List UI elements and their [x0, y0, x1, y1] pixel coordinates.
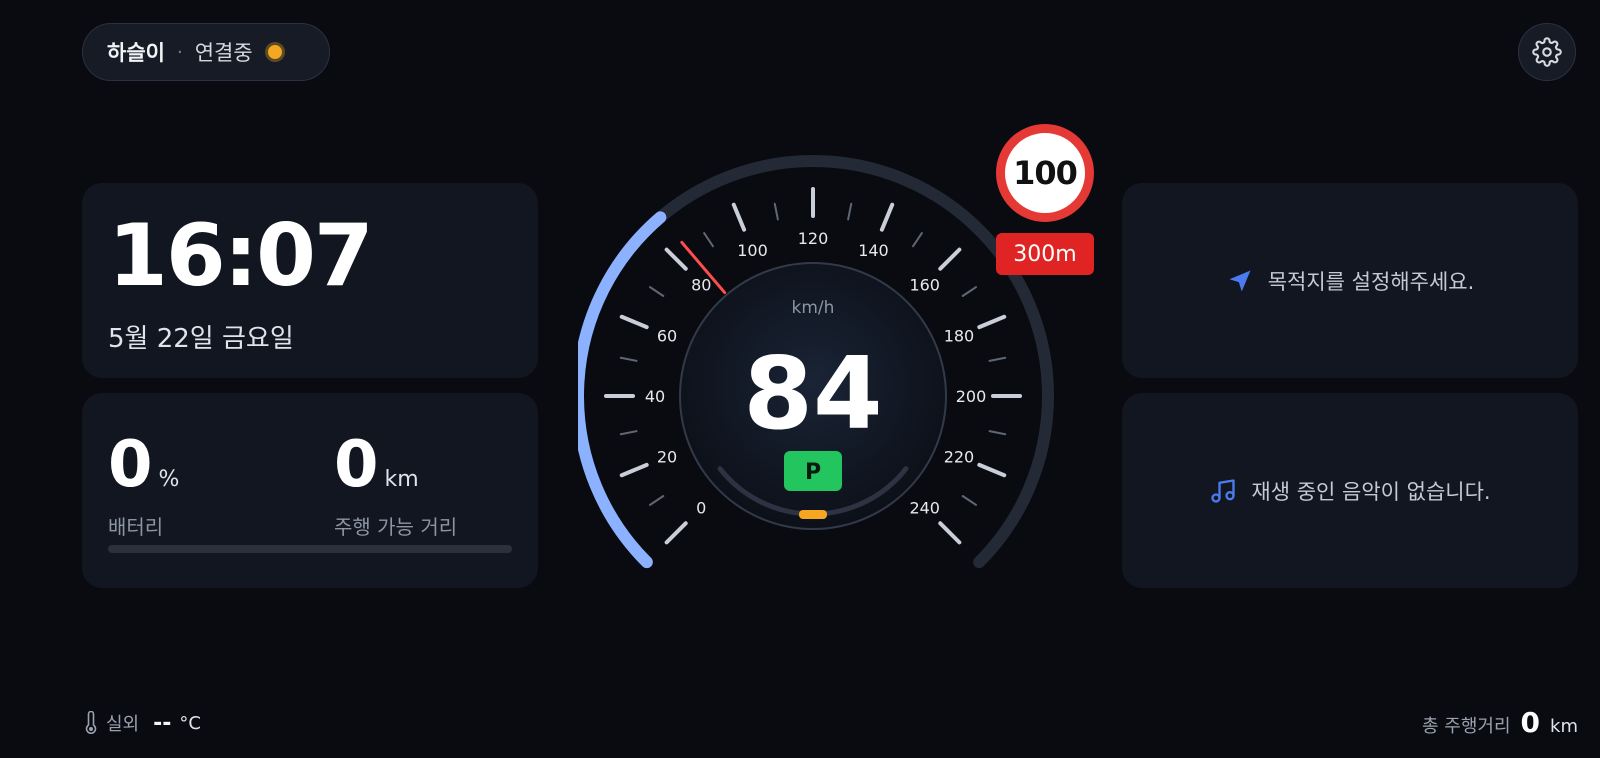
outside-temp-value: -- — [153, 710, 172, 736]
minor-tick — [847, 202, 853, 221]
major-tick — [879, 202, 895, 232]
minor-tick — [649, 286, 665, 297]
minor-tick — [961, 286, 977, 297]
major-tick — [938, 521, 962, 545]
navigation-card[interactable]: 목적지를 설정해주세요. — [1122, 183, 1578, 378]
minor-tick — [773, 202, 779, 221]
major-tick — [977, 462, 1007, 478]
major-tick — [977, 314, 1007, 330]
major-tick — [664, 521, 688, 545]
outside-temperature: 실외 -- °C — [84, 710, 201, 736]
range-unit: km — [384, 467, 419, 492]
tick-label: 60 — [657, 327, 677, 346]
clock-time: 16:07 — [108, 206, 374, 306]
minor-tick — [912, 232, 923, 248]
speed-limit-sign: 100 — [996, 124, 1094, 222]
major-tick — [938, 247, 962, 271]
range-stat: 0 km 주행 가능 거리 — [334, 433, 457, 540]
major-tick — [664, 247, 688, 271]
tick-label: 40 — [645, 387, 665, 406]
navigation-arrow-icon — [1229, 270, 1251, 291]
speedometer: 0 20 40 60 80 100 120 140 160 180 200 220 240 km/h 8… — [578, 155, 1054, 569]
odometer-unit: km — [1550, 716, 1578, 737]
music-card[interactable]: 재생 중인 음악이 없습니다. — [1122, 393, 1578, 588]
major-tick — [619, 462, 649, 478]
battery-progress-bar — [108, 545, 512, 553]
range-value: 0 — [334, 428, 379, 502]
outside-temp-label: 실외 — [106, 714, 140, 735]
thermometer-icon — [85, 711, 97, 734]
inner-indicator — [799, 510, 827, 519]
battery-unit: % — [158, 467, 180, 492]
music-note-icon — [1211, 478, 1236, 503]
connection-status-dot — [264, 42, 285, 62]
tick-label: 220 — [944, 447, 975, 466]
speed-limit-distance-text: 300m — [1013, 241, 1077, 267]
connection-status-text: 연결중 — [194, 41, 253, 65]
connection-status-pill[interactable]: 하슬이 · 연결중 — [82, 23, 330, 81]
range-label: 주행 가능 거리 — [334, 515, 458, 539]
tick-label: 120 — [798, 229, 829, 248]
battery-card: 0% 배터리 0 km 주행 가능 거리 — [82, 393, 538, 588]
navigation-message: 목적지를 설정해주세요. — [1267, 269, 1475, 294]
minor-tick — [649, 495, 665, 506]
tick-label: 180 — [944, 327, 975, 346]
minor-tick — [988, 430, 1007, 436]
clock-card: 16:07 5월 22일 금요일 — [82, 183, 538, 378]
minor-tick — [619, 356, 638, 362]
tick-label: 200 — [956, 387, 987, 406]
tick-label: 140 — [858, 241, 889, 260]
tick-label: 0 — [696, 499, 706, 518]
battery-stat: 0% 배터리 — [108, 433, 179, 540]
odometer-label: 총 주행거리 — [1422, 716, 1511, 737]
minor-tick — [961, 495, 977, 506]
speed-value: 84 — [743, 335, 882, 452]
odometer-value: 0 — [1520, 706, 1541, 739]
speed-unit: km/h — [792, 298, 835, 318]
outside-temp-unit: °C — [179, 712, 201, 734]
tick-label: 80 — [691, 275, 711, 294]
tick-label: 240 — [909, 499, 940, 518]
major-tick — [731, 202, 747, 232]
minor-tick — [619, 430, 638, 436]
speed-limit-value: 100 — [1013, 154, 1078, 192]
tick-label: 20 — [657, 447, 677, 466]
minor-tick — [703, 232, 714, 248]
music-message: 재생 중인 음악이 없습니다. — [1251, 479, 1491, 504]
minor-tick — [988, 356, 1007, 362]
separator: · — [176, 41, 183, 63]
tick-label: 160 — [909, 275, 940, 294]
major-tick — [619, 314, 649, 330]
tick-label: 100 — [737, 241, 768, 260]
battery-value: 0 — [108, 428, 153, 502]
gear-label: P — [805, 460, 821, 485]
speed-limit-distance: 300m — [996, 233, 1094, 275]
settings-button[interactable] — [1518, 23, 1576, 81]
odometer: 총 주행거리 0 km — [1422, 706, 1578, 739]
clock-date: 5월 22일 금요일 — [108, 324, 294, 354]
battery-label: 배터리 — [108, 515, 164, 539]
gear-icon — [1532, 37, 1562, 67]
vehicle-name: 하슬이 — [107, 41, 165, 65]
